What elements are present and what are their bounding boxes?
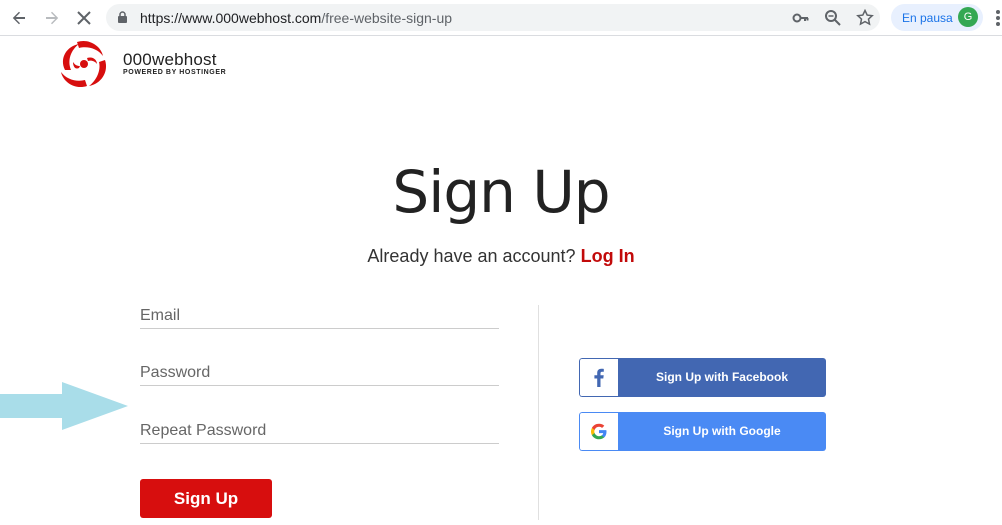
zoom-icon[interactable] (824, 9, 842, 27)
profile-button[interactable]: En pausa G (891, 4, 983, 31)
annotation-arrow-icon (0, 382, 128, 430)
stop-loading-icon[interactable] (73, 7, 95, 29)
facebook-button-label: Sign Up with Facebook (618, 358, 826, 397)
lock-icon (118, 11, 127, 23)
avatar: G (958, 7, 978, 27)
account-prompt-text: Already have an account? (367, 246, 576, 266)
account-prompt: Already have an account? Log In (0, 246, 1002, 267)
url-text: https://www.000webhost.com/free-website-… (140, 10, 453, 26)
page-title: Sign Up (392, 158, 610, 226)
site-logo[interactable]: 000webhost POWERED BY HOSTINGER (57, 40, 227, 88)
bookmark-star-icon[interactable] (856, 9, 874, 27)
menu-dots-icon[interactable] (994, 8, 1002, 28)
email-field[interactable] (140, 304, 499, 329)
sign-up-button[interactable]: Sign Up (140, 479, 272, 518)
facebook-icon (594, 368, 604, 387)
google-icon-box (579, 412, 618, 451)
logo-tagline: POWERED BY HOSTINGER (123, 69, 227, 76)
back-arrow-icon[interactable] (8, 7, 30, 29)
password-input[interactable] (140, 361, 499, 385)
password-field[interactable] (140, 361, 499, 386)
facebook-sign-up-button[interactable]: Sign Up with Facebook (579, 358, 826, 397)
browser-toolbar: https://www.000webhost.com/free-website-… (0, 0, 1002, 36)
logo-swirl-icon (61, 40, 107, 88)
logo-wordmark: 000webhost (123, 50, 217, 69)
email-input[interactable] (140, 304, 499, 328)
repeat-password-field[interactable] (140, 419, 499, 444)
profile-status: En pausa (902, 11, 953, 25)
forward-arrow-icon[interactable] (41, 7, 63, 29)
key-icon[interactable] (792, 9, 810, 27)
google-button-label: Sign Up with Google (618, 412, 826, 451)
repeat-password-input[interactable] (140, 419, 499, 443)
google-sign-up-button[interactable]: Sign Up with Google (579, 412, 826, 451)
address-bar[interactable]: https://www.000webhost.com/free-website-… (106, 4, 880, 31)
facebook-icon-box (579, 358, 618, 397)
column-divider (538, 305, 539, 520)
login-link[interactable]: Log In (581, 246, 635, 266)
google-icon (591, 423, 607, 440)
